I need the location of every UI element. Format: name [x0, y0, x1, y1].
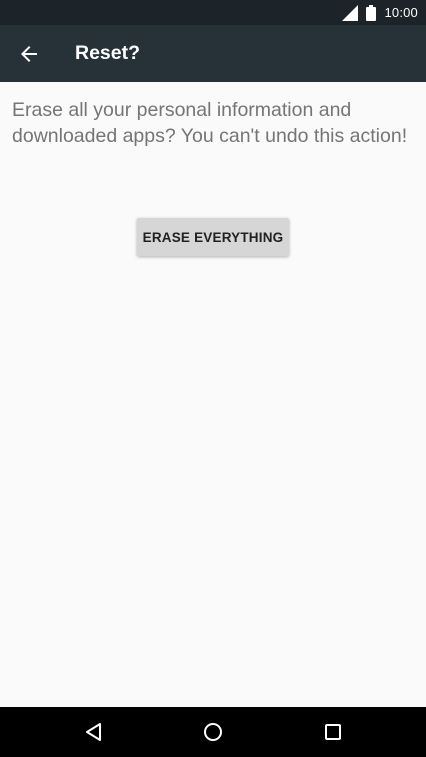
page-title: Reset? [75, 42, 141, 64]
circle-home-icon[interactable] [201, 720, 225, 744]
reset-warning-message: Erase all your personal information and … [12, 99, 408, 147]
reset-screen: 10:00 Reset? Erase all your personal inf… [0, 0, 426, 757]
navigation-bar [0, 707, 426, 757]
toolbar: Reset? [0, 25, 426, 82]
erase-everything-button[interactable]: ERASE EVERYTHING [137, 218, 289, 256]
main-content: Erase all your personal information and … [0, 82, 426, 707]
battery-icon [366, 4, 377, 21]
arrow-back-icon[interactable] [17, 42, 41, 66]
square-recents-icon[interactable] [321, 720, 345, 744]
signal-icon [342, 4, 359, 21]
status-time: 10:00 [384, 5, 418, 20]
triangle-back-icon[interactable] [82, 720, 106, 744]
status-bar: 10:00 [0, 0, 426, 25]
